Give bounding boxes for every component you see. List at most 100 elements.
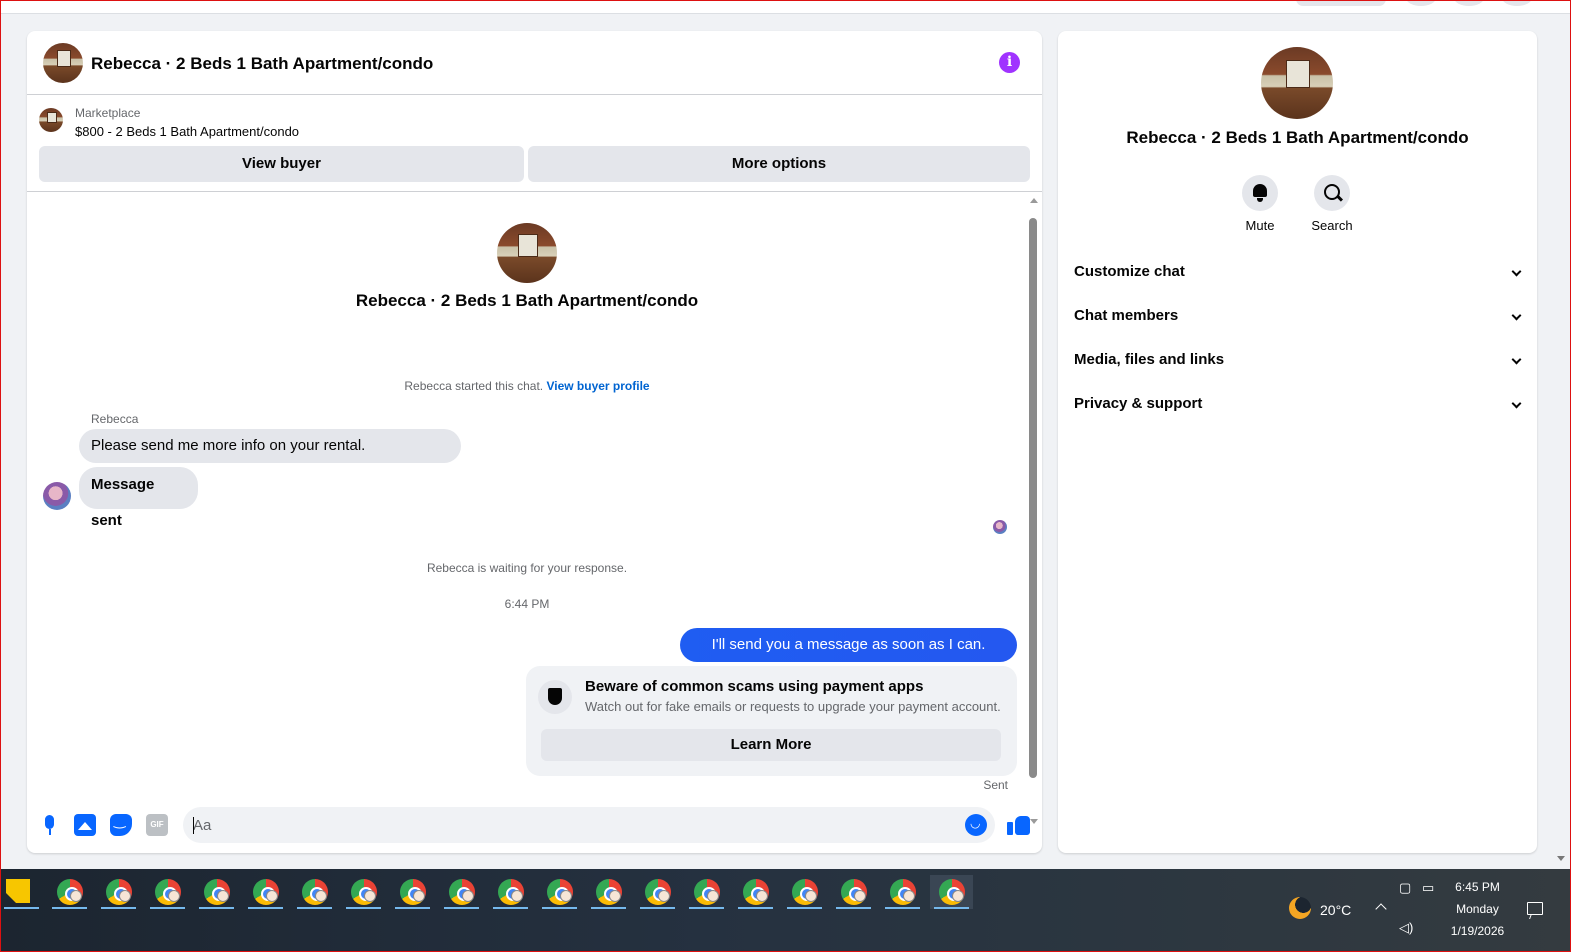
weather-icon[interactable] — [1289, 897, 1311, 919]
chrome-taskbar-icon[interactable] — [440, 875, 483, 909]
profile-badge-icon — [707, 890, 719, 902]
info-icon[interactable]: i — [999, 52, 1020, 73]
chat-started-text: Rebecca started this chat. — [404, 379, 547, 393]
marketplace-banner: Marketplace $800 - 2 Beds 1 Bath Apartme… — [27, 96, 1042, 192]
profile-badge-icon — [462, 890, 474, 902]
tray-chevron-up-icon[interactable] — [1375, 903, 1387, 915]
clock-date[interactable]: 1/19/2026 — [1420, 924, 1535, 938]
sticker-icon[interactable] — [110, 812, 132, 836]
view-buyer-button[interactable]: View buyer — [39, 146, 524, 182]
thumbs-up-icon[interactable] — [1007, 813, 1031, 837]
clock-day[interactable]: Monday — [1420, 902, 1535, 916]
chrome-taskbar-icon[interactable] — [783, 875, 826, 909]
profile-badge-icon — [315, 890, 327, 902]
chat-info-panel: Rebecca · 2 Beds 1 Bath Apartment/condo … — [1058, 31, 1537, 853]
scroll-up-arrow-icon[interactable] — [1030, 198, 1038, 203]
sticky-notes-icon[interactable] — [6, 879, 30, 903]
emoji-icon[interactable] — [965, 814, 987, 836]
section-label: Privacy & support — [1074, 395, 1203, 412]
outgoing-message[interactable]: I'll send you a message as soon as I can… — [680, 628, 1017, 687]
bell-icon[interactable] — [1242, 175, 1278, 211]
top-icon-button[interactable] — [1406, 0, 1436, 6]
volume-icon[interactable]: ◁) — [1399, 920, 1413, 936]
chrome-taskbar-icon[interactable] — [832, 875, 875, 909]
message-timestamp: 6:44 PM — [504, 597, 550, 611]
listing-avatar[interactable] — [43, 43, 83, 83]
top-avatar[interactable] — [1502, 0, 1532, 6]
chrome-taskbar-icon[interactable] — [391, 875, 434, 909]
taskbar-active-bar — [346, 907, 381, 909]
taskbar-active-bar — [542, 907, 577, 909]
profile-badge-icon — [217, 890, 229, 902]
sender-avatar[interactable] — [43, 482, 71, 510]
chat-started-notice: Rebecca started this chat. View buyer pr… — [27, 379, 1027, 393]
section-privacy-support[interactable]: Privacy & support — [1074, 382, 1522, 426]
page-scroll-down-arrow-icon[interactable] — [1557, 856, 1565, 861]
profile-badge-icon — [805, 890, 817, 902]
conversation-avatar — [497, 223, 557, 283]
listing-price-title[interactable]: $800 - 2 Beds 1 Bath Apartment/condo — [75, 124, 299, 139]
learn-more-button[interactable]: Learn More — [541, 729, 1001, 761]
notification-icon[interactable] — [1527, 902, 1543, 915]
top-icon-button[interactable] — [1454, 0, 1484, 6]
conversation-title: Rebecca · 2 Beds 1 Bath Apartment/condo — [355, 291, 699, 310]
profile-badge-icon — [511, 890, 523, 902]
profile-badge-icon — [952, 890, 964, 902]
chrome-taskbar-icon[interactable] — [244, 875, 287, 909]
chrome-taskbar-icon[interactable] — [146, 875, 189, 909]
more-options-button[interactable]: More options — [528, 146, 1030, 182]
sender-name: Rebecca — [91, 412, 139, 426]
chrome-taskbar-icon[interactable] — [636, 875, 679, 909]
temperature[interactable]: 20°C — [1320, 902, 1351, 918]
search-action[interactable]: Search — [1302, 175, 1362, 233]
sent-status: Sent — [983, 778, 1008, 792]
chrome-taskbar-icon[interactable] — [734, 875, 777, 909]
incoming-message[interactable]: Message sent — [79, 467, 198, 529]
chrome-taskbar-icon[interactable] — [538, 875, 581, 909]
search-icon[interactable] — [1314, 175, 1350, 211]
chrome-taskbar-icon[interactable] — [685, 875, 728, 909]
chrome-taskbar-icon[interactable] — [97, 875, 140, 909]
section-label: Media, files and links — [1074, 351, 1225, 368]
incoming-message[interactable]: Please send me more info on your rental.… — [79, 429, 461, 488]
section-chat-members[interactable]: Chat members — [1074, 294, 1522, 338]
taskbar-active-bar — [150, 907, 185, 909]
profile-badge-icon — [119, 890, 131, 902]
chrome-taskbar-icon[interactable] — [930, 875, 973, 909]
chrome-taskbar-icon[interactable] — [293, 875, 336, 909]
waiting-notice: Rebecca is waiting for your response. — [426, 561, 628, 575]
meet-now-icon[interactable]: ▢ — [1399, 880, 1411, 896]
chrome-taskbar-icon[interactable] — [587, 875, 630, 909]
mute-action[interactable]: Mute — [1230, 175, 1290, 233]
chrome-taskbar-icon[interactable] — [489, 875, 532, 909]
conversation-scrollbar[interactable] — [1027, 196, 1041, 826]
info-avatar — [1261, 47, 1333, 119]
profile-badge-icon — [658, 890, 670, 902]
section-customize-chat[interactable]: Customize chat — [1074, 250, 1522, 294]
taskbar-active-bar — [934, 907, 969, 909]
taskbar-active-bar — [787, 907, 822, 909]
clock-time[interactable]: 6:45 PM — [1420, 880, 1535, 894]
section-label: Chat members — [1074, 307, 1179, 324]
taskbar-active-bar — [493, 907, 528, 909]
taskbar-active-bar — [199, 907, 234, 909]
profile-badge-icon — [854, 890, 866, 902]
chat-title[interactable]: Rebecca · 2 Beds 1 Bath Apartment/condo — [91, 54, 433, 74]
top-pill[interactable] — [1296, 0, 1386, 6]
browser-top-strip — [0, 0, 1571, 14]
view-buyer-profile-link[interactable]: View buyer profile — [546, 379, 649, 393]
message-input-wrapper[interactable] — [183, 807, 995, 843]
message-input[interactable] — [193, 807, 953, 843]
chrome-taskbar-icon[interactable] — [881, 875, 924, 909]
chrome-taskbar-icon[interactable] — [48, 875, 91, 909]
chrome-taskbar-icon[interactable] — [195, 875, 238, 909]
scam-warning-subtitle: Watch out for fake emails or requests to… — [585, 699, 1001, 714]
chrome-taskbar-icon[interactable] — [342, 875, 385, 909]
profile-badge-icon — [756, 890, 768, 902]
gif-icon[interactable]: GIF — [146, 814, 168, 836]
section-media-files-links[interactable]: Media, files and links — [1074, 338, 1522, 382]
profile-badge-icon — [903, 890, 915, 902]
scroll-thumb[interactable] — [1029, 218, 1037, 778]
photo-icon[interactable] — [74, 814, 96, 836]
microphone-icon[interactable] — [39, 814, 61, 836]
